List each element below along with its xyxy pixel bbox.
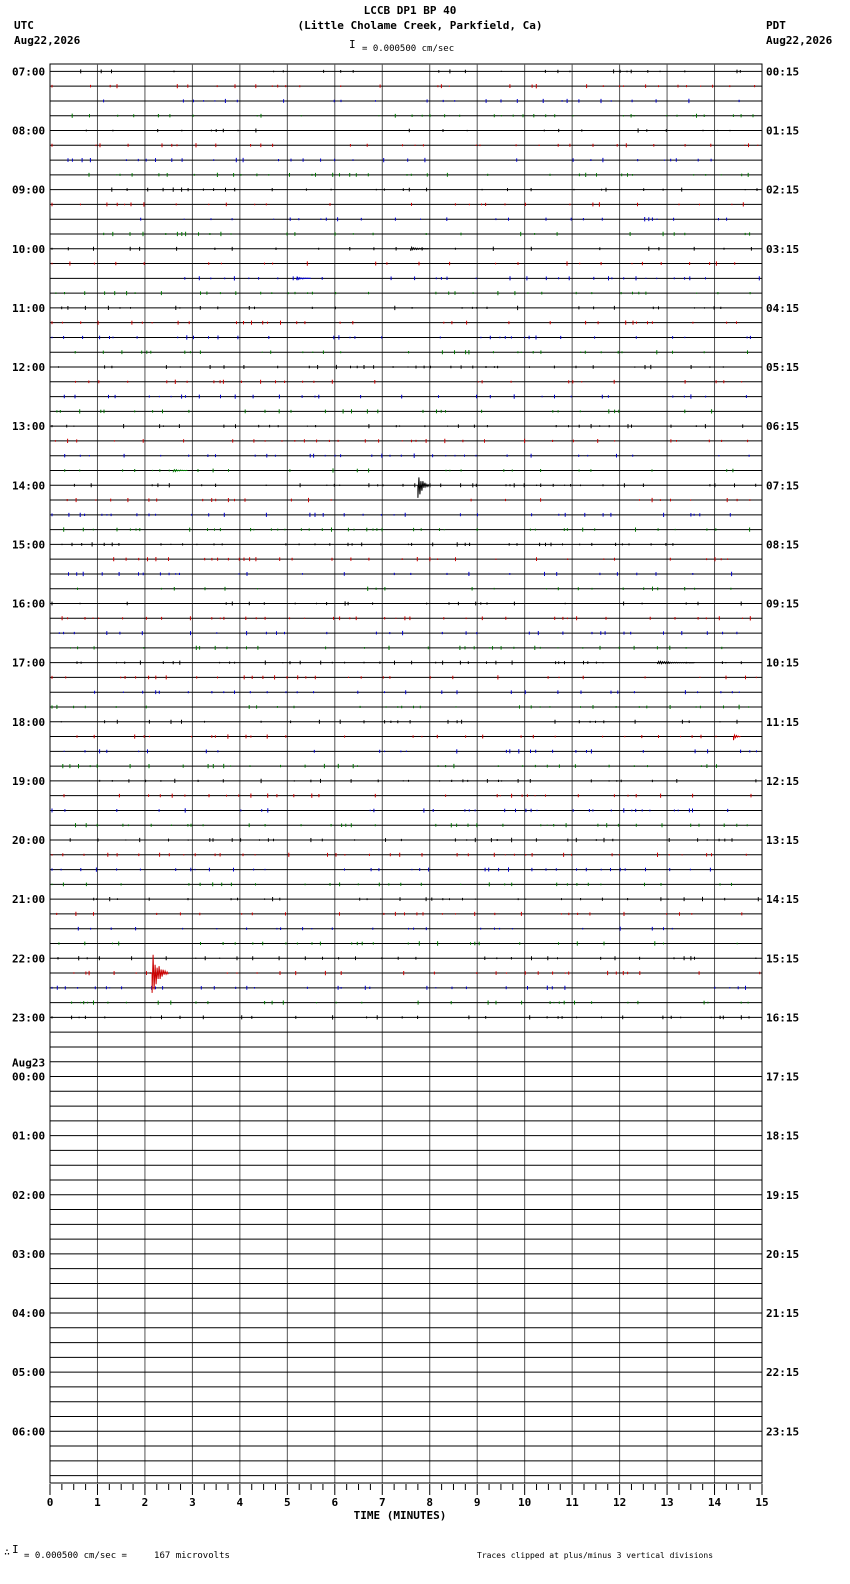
utc-hour-label: 05:00 xyxy=(12,1366,45,1379)
x-tick-label: 4 xyxy=(237,1496,244,1509)
pdt-hour-label: 13:15 xyxy=(766,834,799,847)
pdt-hour-label: 17:15 xyxy=(766,1071,799,1084)
pdt-hour-label: 07:15 xyxy=(766,479,799,492)
pdt-hour-label: 20:15 xyxy=(766,1248,799,1261)
utc-hour-label: 07:00 xyxy=(12,65,45,78)
utc-hour-label: 17:00 xyxy=(12,657,45,670)
x-tick-label: 6 xyxy=(331,1496,338,1509)
x-tick-label: 5 xyxy=(284,1496,291,1509)
x-tick-label: 9 xyxy=(474,1496,481,1509)
x-tick-label: 13 xyxy=(660,1496,673,1509)
pdt-hour-label: 10:15 xyxy=(766,657,799,670)
date-marker: Aug23 xyxy=(12,1057,45,1070)
x-tick-label: 11 xyxy=(566,1496,580,1509)
utc-hour-label: 11:00 xyxy=(12,302,45,315)
utc-hour-label: 18:00 xyxy=(12,716,45,729)
footer-scale-icon: ∴ xyxy=(4,1547,11,1558)
pdt-hour-label: 23:15 xyxy=(766,1425,799,1438)
pdt-hour-label: 06:15 xyxy=(766,420,799,433)
event-signal xyxy=(410,245,429,251)
utc-hour-label: 06:00 xyxy=(12,1425,45,1438)
utc-hour-label: 16:00 xyxy=(12,598,45,611)
utc-hour-label: 14:00 xyxy=(12,479,45,492)
utc-hour-label: 08:00 xyxy=(12,125,45,138)
utc-hour-label: 23:00 xyxy=(12,1011,45,1024)
clip-note: Traces clipped at plus/minus 3 vertical … xyxy=(477,1551,714,1560)
utc-hour-label: 15:00 xyxy=(12,538,45,551)
event-signal xyxy=(733,733,741,741)
utc-hour-label: 04:00 xyxy=(12,1307,45,1320)
x-axis-title: TIME (MINUTES) xyxy=(354,1509,447,1522)
x-tick-label: 3 xyxy=(189,1496,196,1509)
x-tick-label: 2 xyxy=(142,1496,149,1509)
pdt-hour-label: 19:15 xyxy=(766,1189,799,1202)
pdt-hour-label: 02:15 xyxy=(766,184,799,197)
x-tick-label: 8 xyxy=(426,1496,433,1509)
pdt-hour-label: 11:15 xyxy=(766,716,799,729)
utc-hour-label: 22:00 xyxy=(12,952,45,965)
footer-scale-text: = 0.000500 cm/sec = 167 microvolts xyxy=(24,1551,230,1561)
x-tick-label: 15 xyxy=(755,1496,768,1509)
pdt-hour-label: 12:15 xyxy=(766,775,799,788)
utc-hour-label: 00:00 xyxy=(12,1071,45,1084)
pdt-hour-label: 22:15 xyxy=(766,1366,799,1379)
x-tick-label: 7 xyxy=(379,1496,386,1509)
footer-scale-bar-icon: I xyxy=(12,1543,19,1556)
utc-hour-label: 02:00 xyxy=(12,1189,45,1202)
event-signal xyxy=(172,468,188,473)
utc-hour-label: 19:00 xyxy=(12,775,45,788)
utc-hour-label: 13:00 xyxy=(12,420,45,433)
pdt-hour-label: 14:15 xyxy=(766,893,799,906)
plot-grid xyxy=(49,63,763,1484)
x-tick-label: 14 xyxy=(708,1496,722,1509)
seismogram-plot: 07:00 00:15 08:00 01:15 09:00 02:15 10:00 03:15… xyxy=(12,63,799,1522)
x-tick-label: 10 xyxy=(518,1496,531,1509)
event-signal xyxy=(417,477,430,498)
utc-hour-label: 21:00 xyxy=(12,893,45,906)
pdt-hour-label: 21:15 xyxy=(766,1307,799,1320)
utc-hour-label: 10:00 xyxy=(12,243,45,256)
pdt-hour-label: 04:15 xyxy=(766,302,799,315)
x-axis: 0 1 2 3 4 5 6 7 8 9 10 11 12 13 14 15TIME (MINUTES) xyxy=(47,1482,769,1522)
pdt-hour-label: 01:15 xyxy=(766,125,799,138)
pdt-hour-label: 09:15 xyxy=(766,598,799,611)
pdt-hour-label: 15:15 xyxy=(766,952,799,965)
event-signal xyxy=(151,954,169,993)
utc-hour-label: 12:00 xyxy=(12,361,45,374)
pdt-hour-label: 16:15 xyxy=(766,1011,799,1024)
utc-hour-label: 01:00 xyxy=(12,1130,45,1143)
pdt-hour-label: 18:15 xyxy=(766,1130,799,1143)
x-tick-label: 1 xyxy=(94,1496,101,1509)
utc-hour-label: 20:00 xyxy=(12,834,45,847)
pdt-hour-label: 03:15 xyxy=(766,243,799,256)
pdt-hour-label: 08:15 xyxy=(766,538,799,551)
pdt-hour-label: 05:15 xyxy=(766,361,799,374)
utc-hour-label: 03:00 xyxy=(12,1248,45,1261)
x-tick-label: 12 xyxy=(613,1496,626,1509)
plot-frame xyxy=(49,63,763,1484)
pdt-hour-label: 00:15 xyxy=(766,65,799,78)
x-tick-label: 0 xyxy=(47,1496,54,1509)
event-signal xyxy=(657,660,695,665)
utc-hour-label: 09:00 xyxy=(12,184,45,197)
